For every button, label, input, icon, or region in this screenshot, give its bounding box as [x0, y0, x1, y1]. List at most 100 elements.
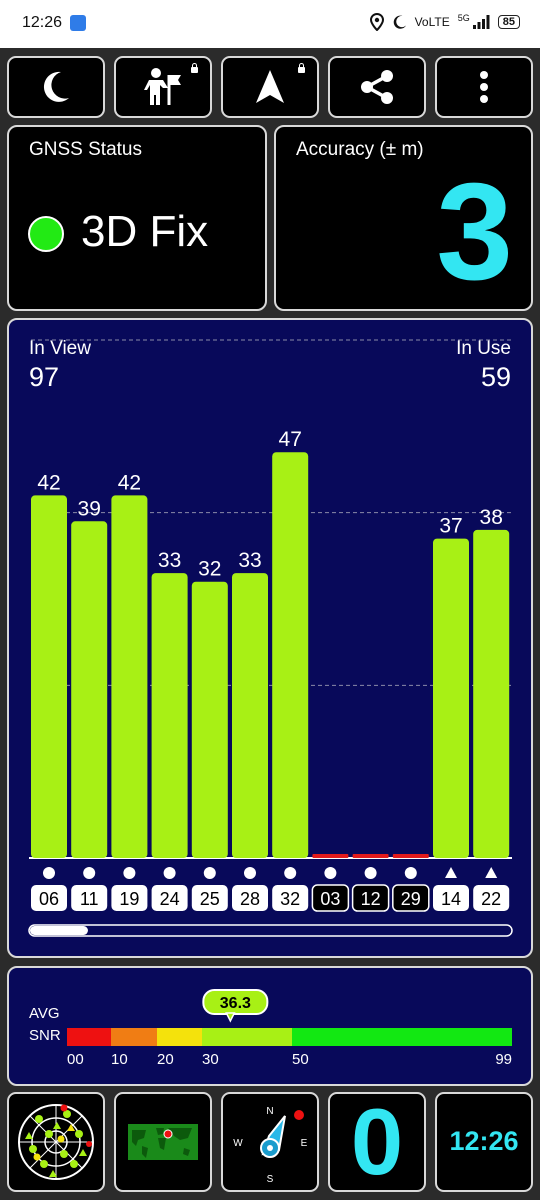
constellation-marker-circle: [163, 867, 176, 879]
compass-icon: N S W E: [233, 1106, 308, 1185]
snr-scale-segment: [202, 1028, 292, 1046]
snr-value-label: 47: [279, 428, 302, 451]
snr-value-label: 42: [37, 471, 60, 494]
snr-value-label: 42: [118, 471, 141, 494]
snr-bar-28: [232, 573, 268, 858]
signal-icon: [472, 15, 490, 29]
avg-snr-bubble: 36.3: [202, 989, 269, 1023]
snr-scale-segment: [67, 1028, 111, 1046]
map-tile[interactable]: [114, 1092, 212, 1192]
snr-bar-03: [312, 854, 349, 858]
gnss-status-card[interactable]: GNSS Status 3D Fix: [7, 125, 267, 311]
zero-tile[interactable]: 0: [328, 1092, 426, 1192]
share-icon: [361, 70, 393, 104]
accuracy-value: 3: [436, 155, 513, 309]
battery-indicator: 85: [497, 15, 520, 29]
fix-status-text: 3D Fix: [81, 207, 209, 256]
constellation-marker-circle: [404, 867, 417, 879]
network-5g: 5G: [457, 13, 470, 23]
chart-scroll-thumb: [30, 926, 88, 935]
moon-icon: [43, 71, 69, 102]
system-status-bar: 12:26 VoLTE 5G 85: [0, 0, 540, 48]
compass-tile[interactable]: N S W E: [221, 1092, 319, 1192]
snr-tick-label: 99: [495, 1051, 512, 1068]
satellite-id-label: 28: [240, 889, 260, 909]
constellation-marker-triangle: [485, 867, 498, 878]
snr-value-label: 33: [158, 549, 181, 572]
satellite-id-label: 14: [441, 889, 461, 909]
constellation-marker-circle: [364, 867, 377, 879]
navigate-button[interactable]: [221, 56, 319, 118]
skyview-tile[interactable]: [7, 1092, 105, 1192]
night-mode-button[interactable]: [7, 56, 105, 118]
world-map-icon: [128, 1124, 198, 1160]
constellation-marker-circle: [83, 867, 96, 879]
snr-value-label: 39: [78, 497, 101, 520]
more-vert-icon: [480, 71, 488, 103]
snr-tick-label: 30: [202, 1051, 219, 1068]
status-time: 12:26: [22, 14, 63, 31]
satellite-id-label: 29: [401, 889, 421, 909]
share-button[interactable]: [328, 56, 426, 118]
satellite-id-label: 03: [320, 889, 340, 909]
satellite-id-label: 22: [481, 889, 501, 909]
snr-bar-24: [151, 573, 188, 858]
constellation-marker-circle: [43, 867, 55, 879]
compass-e: E: [301, 1138, 308, 1149]
accuracy-card[interactable]: Accuracy (± m) 3: [274, 125, 533, 311]
snr-tick-label: 50: [292, 1051, 309, 1068]
gps-test-app: GNSS Status 3D Fix Accuracy (± m) 3 In V…: [0, 48, 540, 1200]
satellite-snr-chart[interactable]: In View 97 In Use 59 42 06 39 11 42 19 33 24 32 2…: [7, 318, 533, 958]
chart-scroll-track: [28, 924, 513, 937]
snr-bar-32: [272, 452, 309, 858]
snr-bar-11: [71, 521, 108, 858]
snr-scale-bar: 00 10 20 30 50 99 36.3: [67, 989, 512, 1068]
snr-value-label: 32: [198, 558, 221, 581]
avg-snr-value: 36.3: [220, 995, 251, 1012]
clock-tile[interactable]: 12:26: [435, 1092, 533, 1192]
snr-bar-14: [433, 538, 469, 858]
network-volte: VoLTE: [414, 15, 450, 29]
location-pin-icon: [369, 13, 384, 31]
snr-bar-29: [392, 854, 429, 858]
constellation-marker-circle: [324, 867, 337, 879]
navigation-arrow-icon: [256, 70, 284, 103]
snr-scale-segment: [111, 1028, 157, 1046]
snr-tick-label: 10: [111, 1051, 128, 1068]
compass-s: S: [267, 1174, 274, 1185]
snr-scale-segment: [157, 1028, 202, 1046]
constellation-marker-triangle: [445, 867, 457, 878]
zero-value: 0: [350, 1092, 404, 1192]
snr-tick-label: 20: [157, 1051, 174, 1068]
snr-bar-12: [352, 854, 389, 858]
status-icons: VoLTE 5G 85: [369, 13, 520, 31]
compass-w: W: [233, 1138, 243, 1149]
moon-status-icon: [393, 15, 406, 29]
satellite-id-label: 24: [160, 889, 180, 909]
lock-icon: [298, 63, 305, 73]
constellation-marker-circle: [203, 867, 216, 879]
satellite-id-label: 32: [280, 889, 300, 909]
snr-bar-25: [191, 581, 228, 858]
fix-indicator-dot: [28, 216, 64, 252]
clock-value: 12:26: [449, 1126, 519, 1156]
avg-snr-panel: AVG SNR 00 10 20 30 50 99 36.3: [7, 966, 533, 1086]
compass-n: N: [266, 1106, 273, 1117]
sky-plot-icon: [18, 1104, 94, 1180]
snr-value-label: 38: [480, 506, 503, 529]
lock-icon: [191, 63, 198, 73]
person-flag-icon: [144, 68, 181, 105]
more-options-button[interactable]: [435, 56, 533, 118]
snr-bar-06: [31, 495, 67, 858]
snr-tick-label: 00: [67, 1051, 84, 1068]
satellite-id-label: 19: [119, 889, 139, 909]
calendar-icon: [70, 15, 86, 31]
snr-bar-chart: 42 06 39 11 42 19 33 24 32 25 33 28 47 32 03 12 29 37 14 38…: [28, 339, 513, 937]
satellite-id-label: 12: [361, 889, 381, 909]
checkin-button[interactable]: [114, 56, 212, 118]
snr-value-label: 33: [238, 549, 261, 572]
constellation-marker-circle: [123, 867, 136, 879]
gnss-status-title: GNSS Status: [29, 139, 142, 160]
snr-scale-segment: [292, 1028, 512, 1046]
satellite-id-label: 06: [39, 889, 59, 909]
